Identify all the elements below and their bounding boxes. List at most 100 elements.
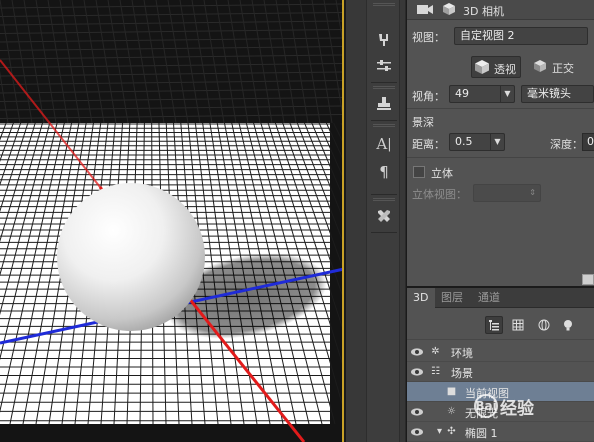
far-grid-line — [227, 0, 249, 124]
orthographic-cube-icon — [533, 59, 547, 76]
tab-3d[interactable]: 3D — [407, 288, 435, 308]
distance-label: 距离： — [412, 138, 445, 151]
far-grid-line — [119, 0, 141, 124]
tools-icon[interactable] — [367, 204, 401, 228]
chevron-down-icon[interactable]: ▼ — [500, 86, 514, 102]
far-grid-line — [275, 0, 297, 124]
environment-icon: ✲ — [431, 346, 440, 357]
orthographic-label: 正交 — [552, 62, 574, 75]
far-grid-line — [71, 0, 93, 124]
far-grid-line — [215, 0, 237, 124]
layer-label: 场景 — [451, 367, 473, 380]
far-grid-line — [0, 37, 342, 43]
fov-unit-select[interactable]: 毫米镜头 — [521, 85, 594, 103]
far-grid-line — [143, 0, 165, 124]
depth-value: 0 — [587, 135, 594, 148]
layer-row-current-view[interactable]: ■ 当前视图 — [407, 382, 594, 402]
stereo-view-label: 立体视图： — [412, 188, 467, 201]
stereo-checkbox[interactable] — [413, 166, 425, 178]
view-row: 视图： 自定视图 2 — [407, 25, 594, 47]
spinner-arrows-icon: ⇕ — [529, 188, 536, 197]
fov-value: 49 — [455, 87, 469, 100]
fov-label: 视角： — [412, 90, 445, 103]
tool-strip-column: A | ¶ — [366, 0, 400, 442]
orthographic-button[interactable]: 正交 — [530, 56, 580, 78]
perspective-button[interactable]: 透视 — [471, 56, 521, 78]
layer-row-infinite-light[interactable]: ☼ 无限光 — [407, 402, 594, 422]
far-grid-line — [0, 3, 342, 9]
layer-label: 当前视图 — [465, 387, 509, 400]
far-grid-line — [0, 12, 342, 17]
layer-label: 椭圆 1 — [465, 427, 498, 440]
distance-input[interactable]: 0.5 ▼ — [449, 133, 505, 151]
view-select-value: 自定视图 2 — [460, 29, 515, 42]
far-grid-line — [203, 0, 225, 124]
tab-channels[interactable]: 通道 — [472, 288, 506, 308]
material-filter-icon[interactable] — [535, 316, 553, 334]
far-grid-line — [239, 0, 261, 124]
3d-panel: 3D 图层 通道 ✲ 环境 ☷ 场景 ■ 当前视图 ☼ 无限光 ▾ ✣ 椭圆 1 — [407, 288, 594, 442]
3d-viewport[interactable] — [0, 0, 344, 442]
section-divider — [407, 108, 594, 109]
projection-row: 透视 正交 — [407, 56, 594, 78]
tab-layers[interactable]: 图层 — [435, 288, 469, 308]
strip-grip[interactable] — [373, 86, 395, 89]
depth-label: 深度： — [550, 138, 583, 151]
panel-tab-bar: 3D 图层 通道 — [407, 288, 594, 308]
far-grid-line — [167, 0, 189, 124]
eye-icon[interactable] — [411, 346, 423, 358]
far-grid-line — [323, 0, 342, 114]
far-grid-line — [47, 0, 69, 124]
mesh-filter-icon[interactable] — [509, 316, 527, 334]
stereo-view-row: 立体视图： ⇕ — [407, 182, 594, 204]
far-grid-line — [95, 0, 117, 124]
brush-tool-icon[interactable] — [367, 28, 401, 52]
panel-resize-corner-icon[interactable] — [582, 274, 594, 285]
far-grid-line — [179, 0, 201, 124]
perspective-cube-icon — [475, 60, 489, 77]
properties-header: 3D 相机 — [407, 0, 594, 20]
layer-label: 环境 — [451, 347, 473, 360]
far-grid-line — [83, 0, 105, 124]
eye-icon[interactable] — [411, 426, 423, 438]
eye-icon[interactable] — [411, 406, 423, 418]
far-grid-line — [335, 0, 342, 41]
whole-scene-filter-icon[interactable] — [485, 316, 503, 334]
far-grid-line — [131, 0, 153, 124]
layer-row-environment[interactable]: ✲ 环境 — [407, 342, 594, 362]
dof-row: 距离： 0.5 ▼ 深度： 0 — [407, 132, 594, 154]
fov-input[interactable]: 49 ▼ — [449, 85, 515, 103]
strip-separator — [371, 82, 397, 83]
eye-icon[interactable] — [411, 366, 423, 378]
strip-grip[interactable] — [373, 124, 395, 127]
layer-row-scene[interactable]: ☷ 场景 — [407, 362, 594, 382]
far-grid-line — [155, 0, 177, 124]
stamp-icon[interactable] — [367, 92, 401, 116]
light-filter-icon[interactable] — [559, 316, 577, 334]
adjust-sliders-icon[interactable] — [367, 54, 401, 78]
strip-separator — [371, 120, 397, 121]
fov-row: 视角： 49 ▼ 毫米镜头 — [407, 84, 594, 106]
chevron-down-icon[interactable]: ▼ — [490, 134, 504, 150]
3d-scene-canvas[interactable] — [0, 0, 344, 442]
paragraph-icon[interactable]: ¶ — [367, 160, 401, 184]
sphere-object[interactable] — [57, 183, 205, 331]
perspective-label: 透视 — [494, 63, 516, 76]
depth-input[interactable]: 0 — [582, 133, 594, 151]
stereo-label: 立体 — [431, 167, 453, 180]
far-grid-line — [0, 80, 342, 85]
far-grid-line — [0, 46, 342, 51]
character-icon[interactable]: A | — [367, 132, 401, 156]
view-select[interactable]: 自定视图 2 — [454, 27, 588, 45]
dof-section-title: 景深 — [412, 116, 434, 129]
strip-separator — [371, 194, 397, 195]
strip-grip[interactable] — [373, 198, 395, 201]
far-grid-line — [263, 0, 285, 124]
camera-icon: ■ — [446, 386, 457, 397]
filter-bar — [407, 308, 594, 340]
layer-row-mesh[interactable]: ▾ ✣ 椭圆 1 — [407, 422, 594, 442]
stereo-view-select[interactable]: ⇕ — [473, 184, 541, 202]
far-grid-line — [251, 0, 273, 124]
far-grid-line — [0, 114, 342, 119]
strip-grip[interactable] — [373, 3, 395, 6]
